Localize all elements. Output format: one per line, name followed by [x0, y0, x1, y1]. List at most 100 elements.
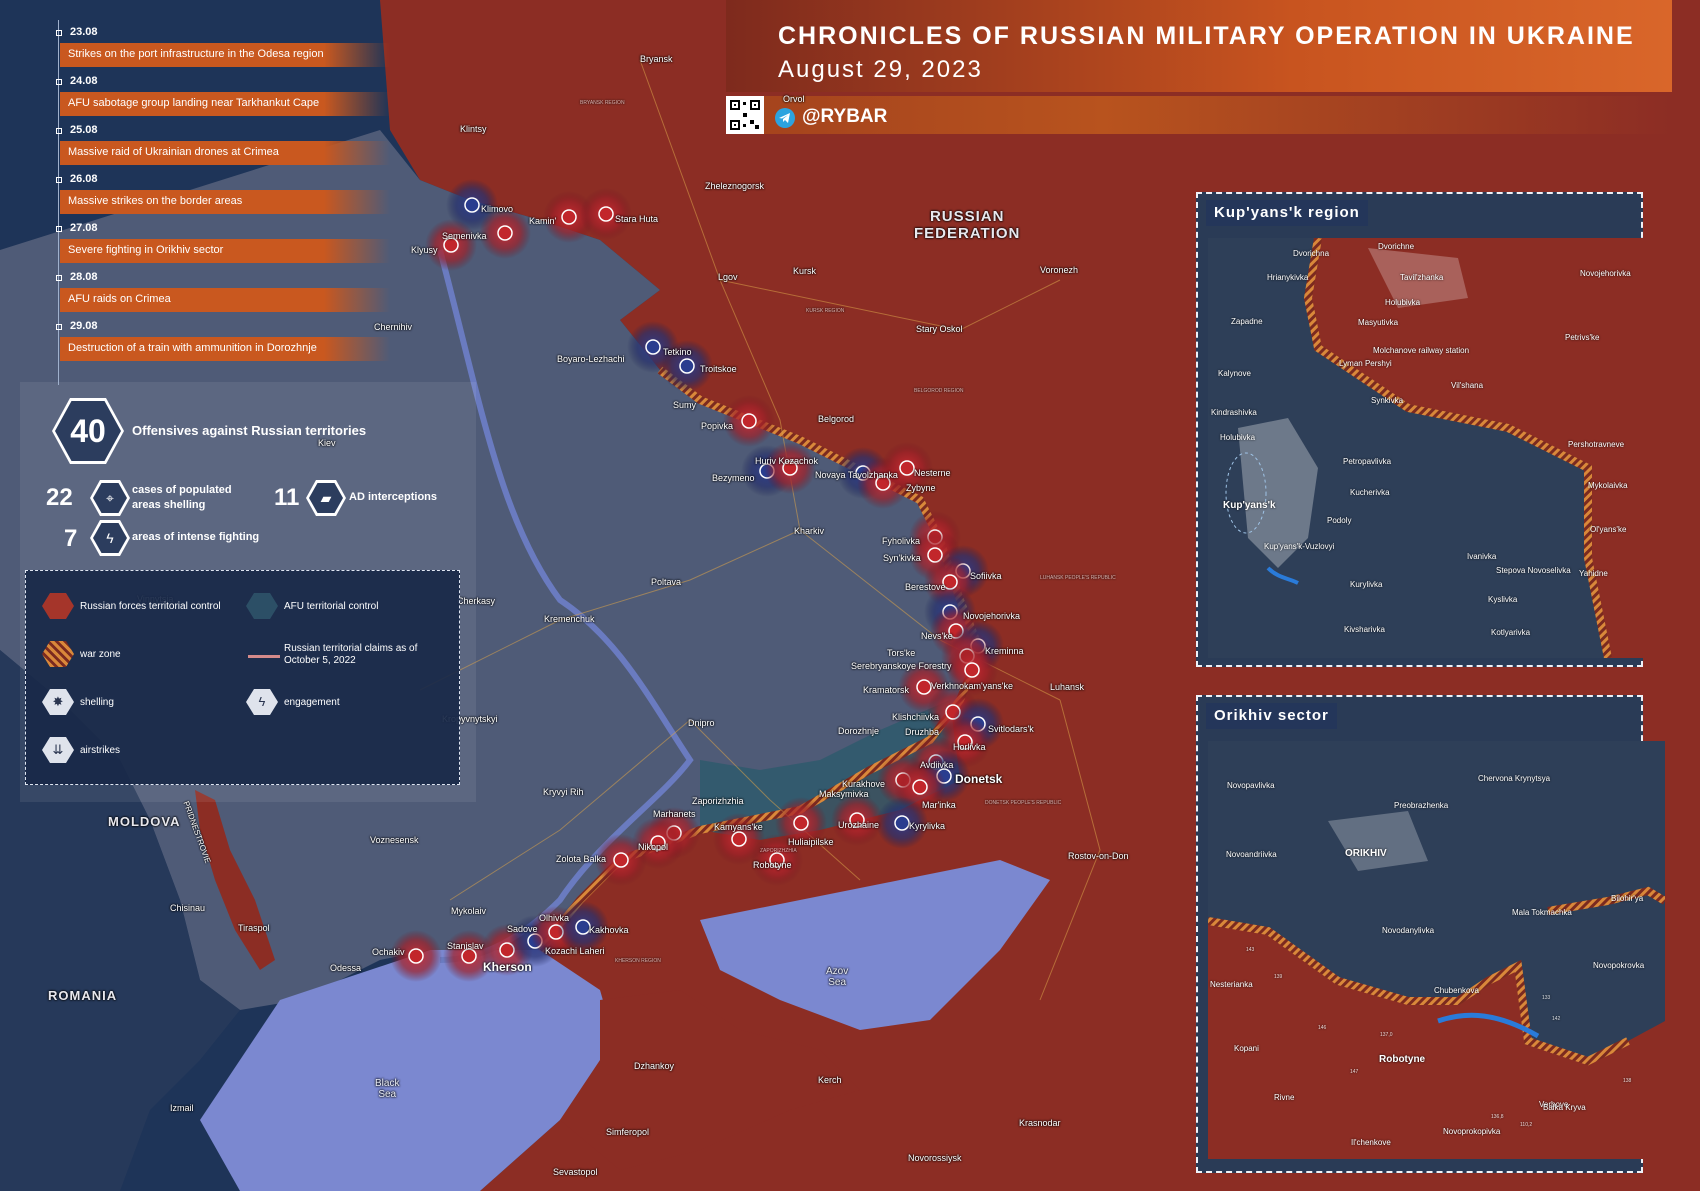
shelling-marker[interactable] — [613, 852, 629, 868]
engagement-marker[interactable] — [894, 815, 910, 831]
legend: Russian forces territorial control AFU t… — [25, 570, 460, 785]
inset-height-label: 133 — [1542, 995, 1551, 1001]
legend-afu-label: AFU territorial control — [284, 601, 379, 612]
shelling-marker[interactable] — [964, 662, 980, 678]
lightning-icon: ϟ — [93, 523, 127, 553]
city-label: Zolota Balka — [556, 854, 607, 864]
timeline-date: 25.08 — [70, 124, 98, 136]
city-label: Sofiivka — [970, 571, 1002, 581]
inset-kupyansk-label: Stepova Novoselivka — [1496, 566, 1571, 575]
engagement-marker[interactable] — [575, 919, 591, 935]
inset-kupyansk-label: Masyutivka — [1358, 318, 1399, 327]
label-region-kursk: KURSK REGION — [806, 308, 845, 314]
city-label: Serebryanskoye Forestry — [851, 661, 952, 671]
timeline-event: Destruction of a train with ammunition i… — [60, 337, 390, 361]
engagement-icon: ϟ — [258, 694, 266, 709]
city-label: Simferopol — [606, 1127, 650, 1137]
city-label: Chisinau — [170, 903, 206, 913]
city-label: Syn'kivka — [883, 553, 921, 563]
city-label: Nevs'ke — [921, 631, 953, 641]
inset-orikhiv-label: Novodanylivka — [1382, 926, 1435, 935]
city-label: Druzhba — [905, 727, 940, 737]
engagement-marker[interactable] — [645, 339, 661, 355]
inset-kupyansk-label: Kup'yans'k — [1223, 500, 1276, 511]
inset-height-label: 146 — [1318, 1025, 1327, 1031]
inset-orikhiv-label: Preobrazhenka — [1394, 801, 1449, 810]
label-region-luhansk: LUHANSK PEOPLE'S REPUBLIC — [1040, 575, 1116, 581]
brand-handle[interactable]: @RYBAR — [802, 106, 887, 128]
timeline-date: 29.08 — [70, 320, 98, 332]
telegram-icon[interactable] — [775, 108, 795, 128]
inset-orikhiv-label: Robotyne — [1379, 1054, 1426, 1065]
city-label: Belgorod — [818, 414, 855, 424]
shelling-marker[interactable] — [731, 831, 747, 847]
shelling-marker[interactable] — [497, 225, 513, 241]
legend-afu-swatch — [246, 593, 278, 619]
inset-kupyansk-label: Mykolaivka — [1588, 481, 1628, 490]
engagement-marker[interactable] — [679, 358, 695, 374]
inset-height-label: 136,8 — [1491, 1114, 1504, 1120]
inset-kupyansk-label: Dvorichna — [1293, 249, 1330, 258]
header-banner: CHRONICLES OF RUSSIAN MILITARY OPERATION… — [726, 0, 1672, 92]
city-label: Zheleznogorsk — [705, 181, 765, 191]
city-label: Donetsk — [955, 772, 1003, 786]
inset-orikhiv-label: Nesterianka — [1210, 980, 1253, 989]
fighting-label: areas of intense fighting — [132, 531, 260, 543]
timeline-event: Massive strikes on the border areas — [60, 190, 390, 214]
engagement-marker[interactable] — [464, 197, 480, 213]
label-region-bryansk: BRYANSK REGION — [580, 100, 625, 106]
inset-height-label: 138 — [1623, 1078, 1632, 1084]
timeline-event: AFU raids on Crimea — [60, 288, 390, 312]
inset-kupyansk-label: Petrivs'ke — [1565, 333, 1600, 342]
shelling-marker[interactable] — [561, 209, 577, 225]
city-label: Berestove — [905, 582, 946, 592]
timeline: 23.08 Strikes on the port infrastructure … — [30, 0, 410, 385]
city-label: Maksymivka — [819, 789, 869, 799]
inset-kupyansk-label: Lyman Pershyi — [1339, 359, 1392, 368]
shelling-marker[interactable] — [598, 206, 614, 222]
timeline-dot — [56, 275, 62, 281]
timeline-dot — [56, 128, 62, 134]
shelling-marker[interactable] — [461, 948, 477, 964]
inset-kupyansk-label: Kivsharivka — [1344, 625, 1385, 634]
inset-kupyansk-label: Molchanove railway station — [1373, 346, 1470, 355]
inset-kupyansk-label: Zapadne — [1231, 317, 1263, 326]
city-label: Kozachi Laheri — [545, 946, 605, 956]
shelling-marker[interactable] — [912, 779, 928, 795]
inset-orikhiv-label: Novoandriivka — [1226, 850, 1277, 859]
shelling-marker[interactable] — [916, 679, 932, 695]
city-label: Svitlodars'k — [988, 724, 1034, 734]
city-label: Klyusy — [411, 245, 438, 255]
city-label: Dnipro — [688, 718, 715, 728]
shelling-marker[interactable] — [899, 460, 915, 476]
city-label: Tors'ke — [887, 648, 916, 658]
air-defense-icon: ▰ — [309, 483, 343, 513]
city-label: Rostov-on-Don — [1068, 851, 1129, 861]
offensives-label: Offensives against Russian territories — [132, 423, 367, 438]
shelling-marker[interactable] — [793, 815, 809, 831]
shelling-marker[interactable] — [741, 413, 757, 429]
qr-code-icon[interactable] — [726, 96, 764, 134]
city-label: Voznesensk — [370, 835, 419, 845]
inset-orikhiv-label: Il'chenkove — [1351, 1138, 1391, 1147]
city-label: Tetkino — [663, 347, 692, 357]
shelling-marker[interactable] — [408, 948, 424, 964]
inset-orikhiv-label: Mala Tokmachka — [1512, 908, 1572, 917]
timeline-event: Severe fighting in Orikhiv sector — [60, 239, 390, 263]
city-label: Kreminna — [985, 646, 1024, 656]
city-label: Fyholivka — [882, 536, 921, 546]
legend-claims-label: Russian territorial claims as of October… — [284, 643, 418, 666]
inset-orikhiv-label: Bilohir'ya — [1611, 894, 1644, 903]
timeline-date: 24.08 — [70, 75, 98, 87]
legend-airstrikes-swatch: ⇊ — [42, 737, 74, 763]
inset-orikhiv-label: Novoprokopivka — [1443, 1127, 1501, 1136]
ad-label: AD interceptions — [349, 491, 438, 503]
inset-height-label: 142 — [1552, 1016, 1561, 1022]
legend-engagement-label: engagement — [284, 697, 340, 708]
city-label: Luhansk — [1050, 682, 1085, 692]
explosion-icon: ✸ — [52, 694, 64, 709]
city-label: Verkhnokam'yans'ke — [931, 681, 1013, 691]
inset-kupyansk-label: Pershotravneve — [1568, 440, 1625, 449]
city-label: Mykolaiv — [451, 906, 487, 916]
map-stage: RUSSIAN FEDERATION MOLDOVA ROMANIA Azov … — [0, 0, 1700, 1191]
